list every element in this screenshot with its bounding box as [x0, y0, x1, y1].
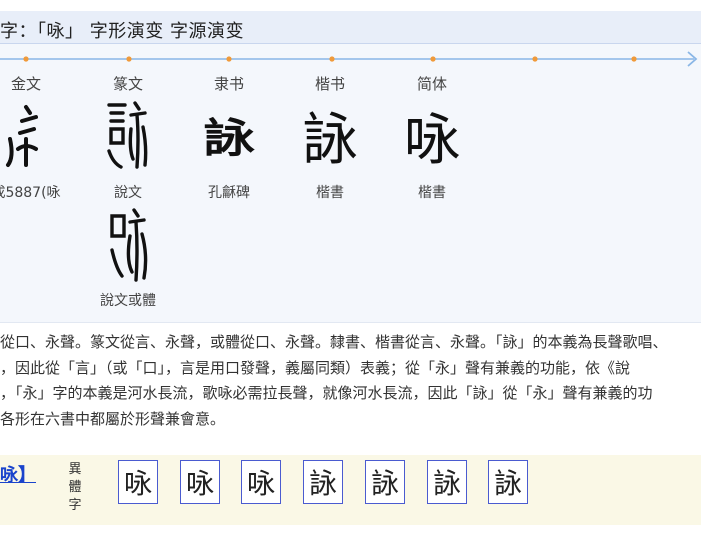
- variant-char[interactable]: 詠: [303, 460, 343, 504]
- evolution-panel: 金文 成5887(咏 篆文: [0, 44, 701, 323]
- stage-jianti[interactable]: 简体 咏 楷書: [382, 44, 482, 322]
- glyph-jianti: 咏: [382, 99, 482, 173]
- variants-bar: 咏】 異體字 咏 咏 咏 詠 詠 詠 詠: [0, 455, 701, 525]
- stage-label: 隶书: [213, 75, 244, 93]
- variant-char[interactable]: 咏: [118, 460, 158, 504]
- timeline-dot: [532, 56, 538, 62]
- bronze-glyph-icon: [6, 105, 38, 167]
- source-label: 孔龢碑: [208, 185, 250, 201]
- description-line: ，「永」字的本義是河水長流，歌咏必需拉長聲，就像河水長流，因此「詠」從「永」聲有…: [0, 384, 653, 402]
- header-bar: 字：「咏」 字形演变 字源演变: [0, 11, 701, 44]
- glyph-kaishu-text: 詠: [302, 107, 358, 173]
- variant-link[interactable]: 咏】: [0, 461, 36, 487]
- glyph-kaishu: 詠: [280, 99, 380, 173]
- variant-char[interactable]: 詠: [365, 460, 405, 504]
- stage-label: 楷书: [314, 75, 345, 93]
- glyph-lishu-text: 詠: [202, 114, 255, 162]
- source-label: 說文或體: [100, 293, 156, 309]
- glyph-zhuanwen-image: [78, 99, 178, 171]
- source-label: 楷書: [418, 185, 446, 201]
- stage-jinwen[interactable]: 金文 成5887(咏: [0, 44, 76, 322]
- glyph-variant-image: [78, 206, 178, 284]
- glyph-jianti-text: 咏: [404, 107, 460, 173]
- glyph-lishu: 詠: [179, 102, 279, 166]
- variant-char[interactable]: 咏: [180, 460, 220, 504]
- glyph-jinwen-image: [0, 99, 76, 169]
- seal-glyph-icon: [107, 101, 148, 169]
- variant-tag: 異體字: [68, 462, 82, 513]
- description: 從口、永聲。篆文從言、永聲，或體從口、永聲。隸書、楷書從言、永聲。「詠」的本義為…: [0, 330, 701, 432]
- stage-label: 金文: [10, 75, 41, 93]
- source-label: 說文: [114, 185, 142, 201]
- stage-kaishu[interactable]: 楷书 詠 楷書: [280, 44, 380, 322]
- stage-label: 篆文: [112, 75, 143, 93]
- stage-label: 简体: [416, 75, 447, 93]
- source-label: 楷書: [316, 185, 344, 201]
- description-line: 從口、永聲。篆文從言、永聲，或體從口、永聲。隸書、楷書從言、永聲。「詠」的本義為…: [0, 333, 668, 351]
- stage-lishu[interactable]: 隶书 詠 孔龢碑: [179, 44, 279, 322]
- description-line: 各形在六書中都屬於形聲兼會意。: [0, 409, 226, 428]
- variant-char[interactable]: 咏: [241, 460, 281, 504]
- timeline-dot: [631, 56, 637, 62]
- description-line: ，因此從「言」（或「口」，言是用口發聲，義屬同類）表義；從「永」聲有兼義的功能，…: [0, 358, 631, 377]
- variant-char[interactable]: 詠: [488, 460, 528, 504]
- variant-char[interactable]: 詠: [427, 460, 467, 504]
- stage-zhuanwen-variant[interactable]: 說文或體: [78, 206, 178, 316]
- seal-variant-glyph-icon: [110, 208, 148, 282]
- source-label: 成5887(咏: [0, 185, 61, 201]
- page-title: 字：「咏」 字形演变 字源演变: [0, 21, 244, 42]
